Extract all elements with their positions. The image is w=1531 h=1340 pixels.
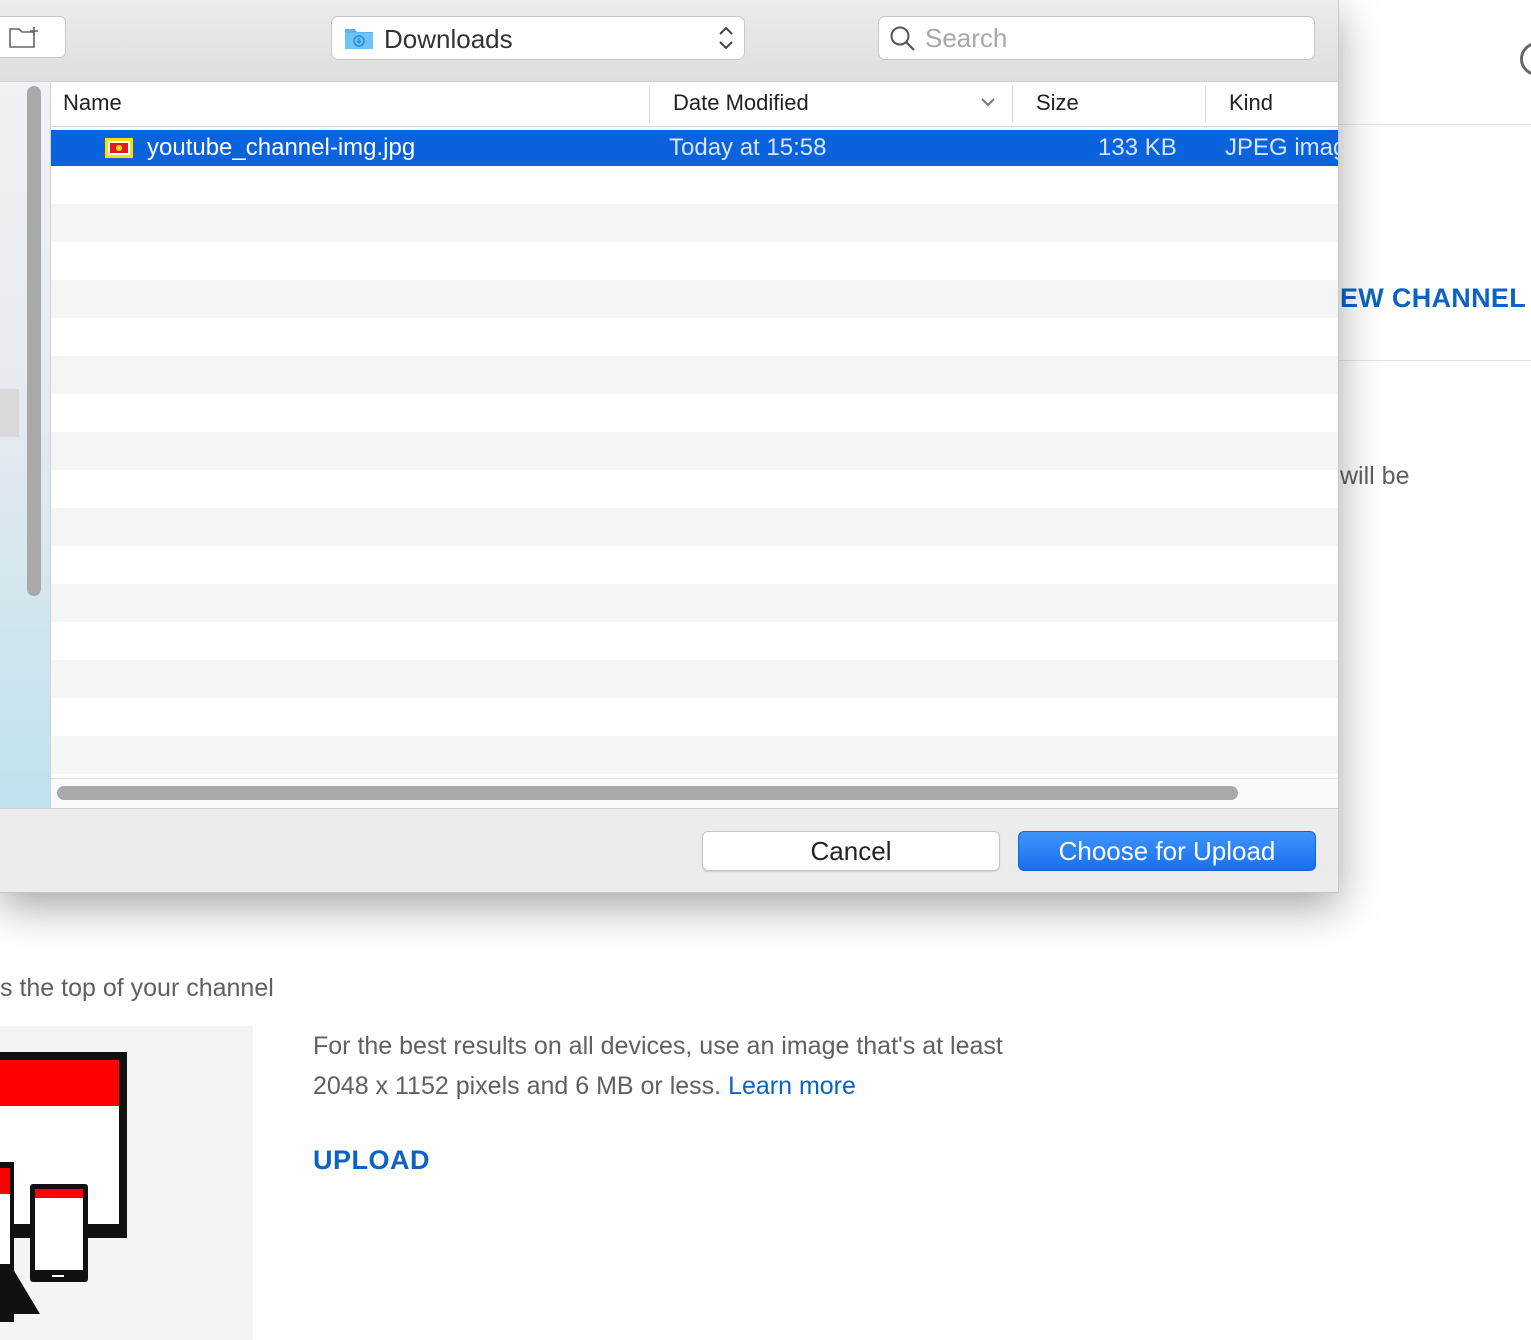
- view-channel-link[interactable]: EW CHANNEL: [1340, 283, 1526, 314]
- search-field[interactable]: [878, 16, 1315, 60]
- section-divider: [1338, 360, 1531, 361]
- column-separator[interactable]: [1012, 86, 1013, 122]
- dialog-footer: Cancel Choose for Upload: [0, 808, 1338, 892]
- empty-row: [51, 432, 1338, 470]
- banner-description: For the best results on all devices, use…: [313, 1026, 1013, 1106]
- cancel-button[interactable]: Cancel: [702, 831, 1000, 871]
- location-popup[interactable]: Downloads: [331, 16, 745, 60]
- header-divider: [1338, 124, 1531, 125]
- new-folder-icon: [9, 27, 38, 48]
- sidebar-selected-item[interactable]: [0, 389, 19, 437]
- empty-row: [51, 470, 1338, 508]
- horizontal-scroll-track: [51, 778, 1338, 808]
- empty-row: [51, 622, 1338, 660]
- empty-row: [51, 280, 1338, 318]
- new-folder-button[interactable]: [0, 16, 66, 58]
- choose-for-upload-button[interactable]: Choose for Upload: [1018, 831, 1316, 871]
- file-name: youtube_channel-img.jpg: [147, 134, 416, 161]
- empty-row: [51, 698, 1338, 736]
- downloads-folder-icon: [345, 29, 373, 49]
- dialog-toolbar: Downloads: [0, 0, 1338, 82]
- column-header: Name Date Modified Size Kind: [51, 82, 1338, 127]
- column-separator[interactable]: [1205, 86, 1206, 122]
- empty-row: [51, 318, 1338, 356]
- partial-helper-text: will be: [1340, 462, 1410, 490]
- sidebar: [0, 82, 51, 808]
- search-input[interactable]: [925, 21, 1295, 55]
- column-separator[interactable]: [649, 86, 650, 122]
- empty-row: [51, 546, 1338, 584]
- column-date-modified[interactable]: Date Modified: [673, 82, 809, 126]
- empty-row: [51, 204, 1338, 242]
- empty-row: [51, 736, 1338, 774]
- file-list: Name Date Modified Size Kind youtube_cha…: [51, 82, 1338, 808]
- upload-banner-button[interactable]: UPLOAD: [313, 1145, 430, 1176]
- file-row-selected[interactable]: youtube_channel-img.jpg Today at 15:58 1…: [51, 130, 1338, 166]
- empty-row: [51, 584, 1338, 622]
- banner-illustration: [0, 1026, 253, 1340]
- sort-chevron-down-icon: [981, 98, 995, 107]
- banner-section-subtitle: s the top of your channel: [0, 974, 274, 1002]
- empty-row: [51, 660, 1338, 698]
- file-date-modified: Today at 15:58: [669, 134, 827, 161]
- empty-row: [51, 508, 1338, 546]
- file-picker-dialog: Downloads Name Date Modified: [0, 0, 1339, 893]
- jpeg-file-icon: [105, 138, 133, 158]
- column-kind[interactable]: Kind: [1229, 82, 1273, 126]
- location-label: Downloads: [384, 24, 513, 54]
- learn-more-link[interactable]: Learn more: [728, 1072, 856, 1100]
- horizontal-scrollbar[interactable]: [57, 786, 1238, 800]
- search-icon: [890, 26, 915, 51]
- column-size[interactable]: Size: [1036, 82, 1079, 126]
- file-size: 133 KB: [1098, 134, 1177, 161]
- devices-illustration-icon: [0, 1052, 127, 1322]
- banner-description-text: For the best results on all devices, use…: [313, 1032, 1003, 1100]
- sidebar-scrollbar[interactable]: [27, 86, 41, 596]
- empty-row: [51, 166, 1338, 204]
- column-name[interactable]: Name: [63, 82, 122, 126]
- account-avatar-icon[interactable]: [1520, 42, 1531, 76]
- updown-chevron-icon: [719, 26, 733, 50]
- file-rows: youtube_channel-img.jpg Today at 15:58 1…: [51, 130, 1338, 774]
- empty-row: [51, 242, 1338, 280]
- empty-row: [51, 394, 1338, 432]
- file-kind: JPEG imag: [1225, 134, 1338, 161]
- empty-row: [51, 356, 1338, 394]
